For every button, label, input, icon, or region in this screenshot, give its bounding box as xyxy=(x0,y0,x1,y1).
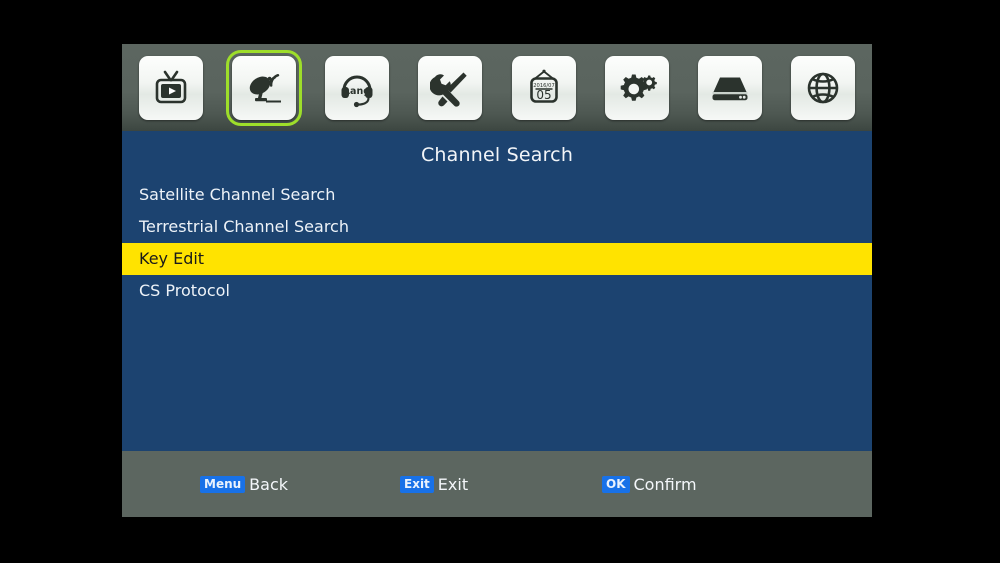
menu-item-key-edit[interactable]: Key Edit xyxy=(122,243,872,275)
hint-label-exit: Exit xyxy=(437,474,469,494)
menu-icon-timer[interactable]: 2016/07 05 xyxy=(511,55,576,120)
gear-icon xyxy=(616,68,658,108)
headset-lang-text: Lang xyxy=(344,86,370,97)
stb-menu-panel: Lang 2016/07 05 Channel Search Satellite… xyxy=(122,44,872,517)
content-area: Channel Search Satellite Channel Search … xyxy=(122,131,872,451)
screen: Lang 2016/07 05 Channel Search Satellite… xyxy=(0,0,1000,563)
hint-back[interactable]: Menu Back xyxy=(200,475,288,494)
calendar-day-text: 05 xyxy=(536,88,551,102)
footer-hint-bar: Menu Back Exit Exit OK Confirm xyxy=(122,451,872,517)
menu-icon-settings[interactable] xyxy=(604,55,669,120)
menu-item-satellite-channel-search[interactable]: Satellite Channel Search xyxy=(122,179,872,211)
globe-icon xyxy=(803,68,843,108)
hint-row: Menu Back Exit Exit OK Confirm xyxy=(122,451,872,517)
page-title: Channel Search xyxy=(420,144,574,166)
hint-label-back: Back xyxy=(249,474,289,494)
menu-icon-network[interactable] xyxy=(790,55,855,120)
key-badge-exit: Exit xyxy=(400,475,434,493)
menu-icon-tv[interactable] xyxy=(139,55,203,120)
tv-icon xyxy=(151,68,191,108)
icon-row: Lang 2016/07 05 xyxy=(122,44,872,131)
menu-list: Satellite Channel Search Terrestrial Cha… xyxy=(122,179,872,307)
key-badge-menu: Menu xyxy=(200,475,246,493)
menu-item-terrestrial-channel-search[interactable]: Terrestrial Channel Search xyxy=(122,211,872,243)
menu-icon-language[interactable]: Lang xyxy=(325,55,390,120)
hint-label-confirm: Confirm xyxy=(633,474,697,494)
calendar-icon: 2016/07 05 xyxy=(524,68,564,108)
menu-icon-system-setup[interactable] xyxy=(418,55,483,120)
menu-icon-channel-search[interactable] xyxy=(226,49,303,126)
hint-confirm[interactable]: OK Confirm xyxy=(602,475,697,494)
menu-item-cs-protocol[interactable]: CS Protocol xyxy=(122,275,872,307)
satellite-dish-icon xyxy=(243,68,285,108)
headset-lang-icon: Lang xyxy=(337,68,377,108)
hard-disk-icon xyxy=(709,68,751,108)
key-badge-ok: OK xyxy=(602,475,630,493)
tools-icon xyxy=(430,68,470,108)
hint-exit[interactable]: Exit Exit xyxy=(400,475,468,494)
main-menu-icon-bar: Lang 2016/07 05 xyxy=(122,44,872,131)
menu-icon-storage[interactable] xyxy=(697,55,762,120)
